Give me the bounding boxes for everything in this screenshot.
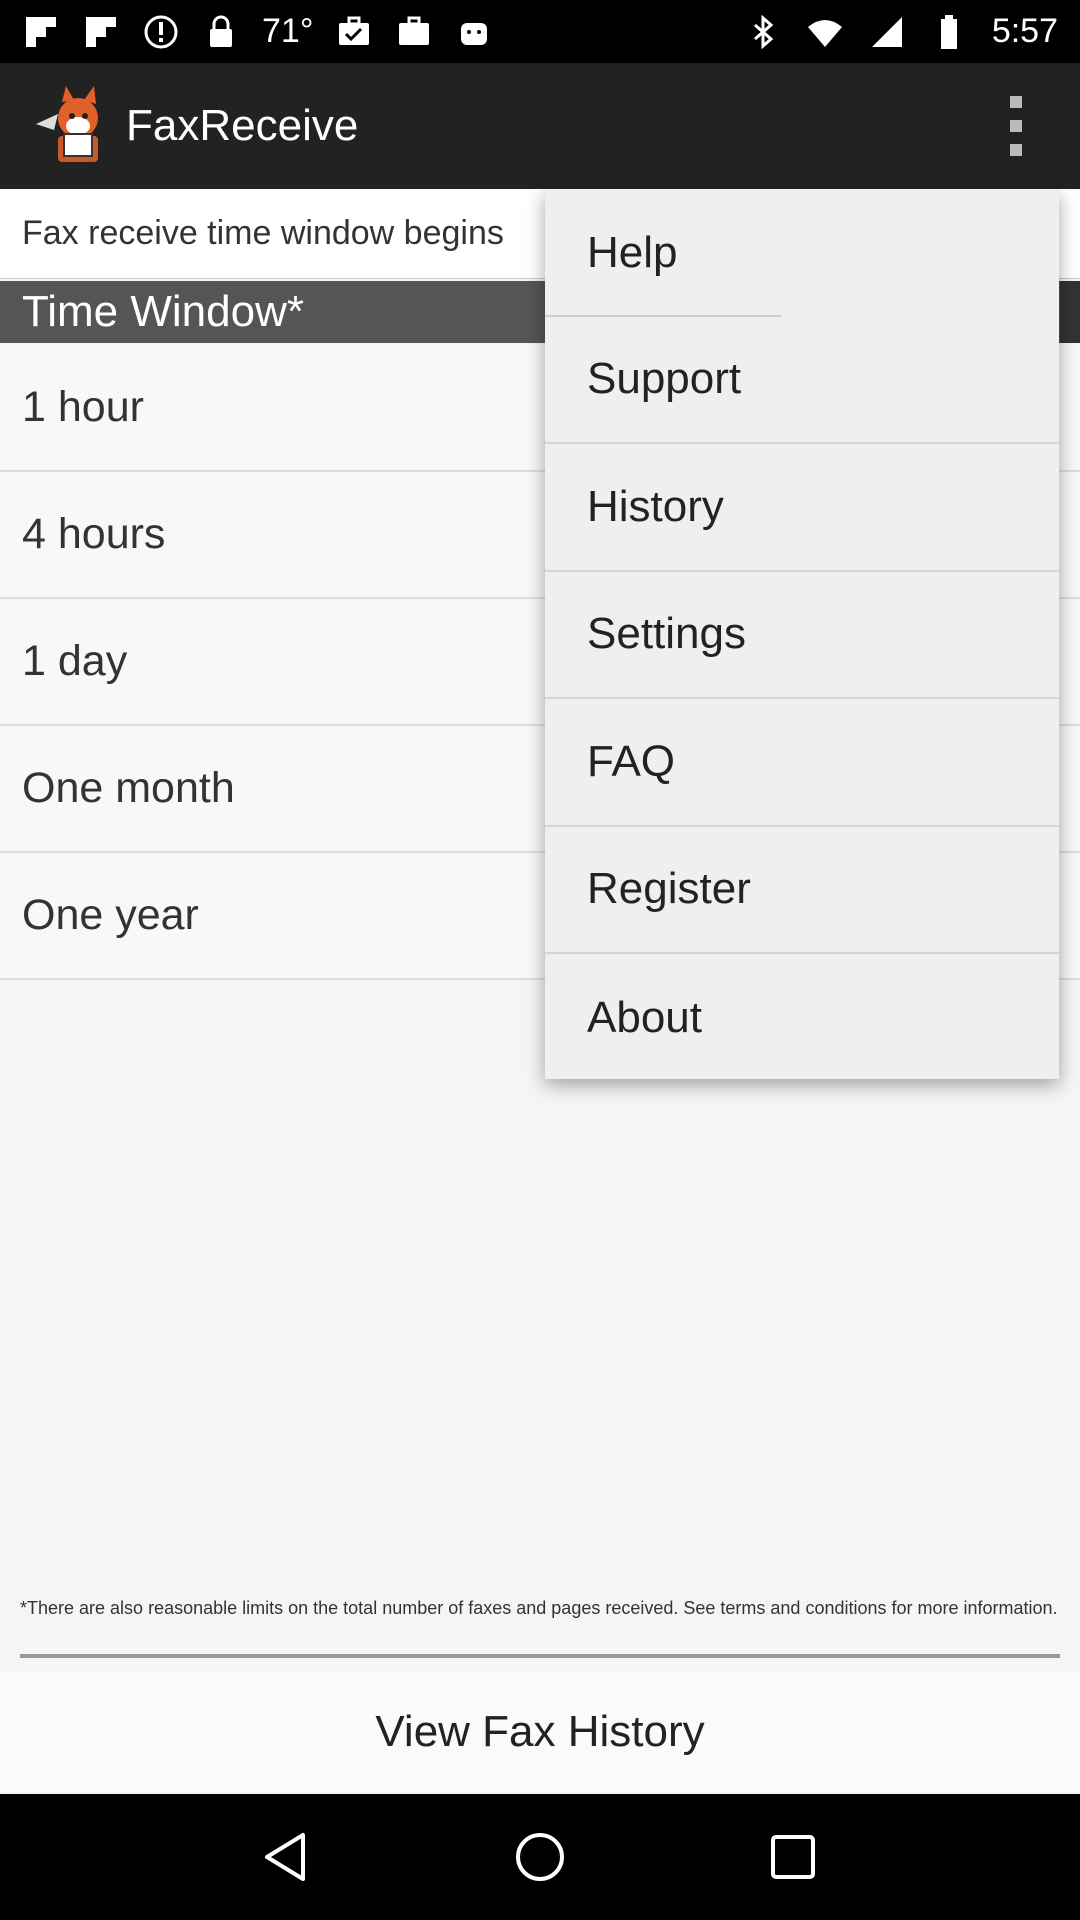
lock-icon: [210, 15, 232, 47]
bluetooth-icon: [753, 14, 774, 49]
wifi-icon: [807, 19, 842, 47]
menu-item-settings[interactable]: Settings: [545, 572, 1059, 699]
overflow-menu: Help Support History Settings FAQ Regist…: [545, 189, 1059, 1079]
menu-item-history[interactable]: History: [545, 444, 1059, 572]
menu-item-about[interactable]: About: [545, 954, 1059, 1082]
section-header-label: Time Window*: [22, 287, 304, 336]
header-edge: [1060, 281, 1080, 343]
back-button[interactable]: [257, 1827, 317, 1887]
app-bar: FaxReceive: [0, 63, 1080, 189]
menu-item-support[interactable]: Support: [545, 317, 1059, 444]
limits-footnote: *There are also reasonable limits on the…: [20, 1598, 1058, 1618]
view-fax-history-button[interactable]: View Fax History: [0, 1672, 1080, 1792]
flipboard-icon: [26, 16, 56, 47]
menu-item-register[interactable]: Register: [545, 827, 1059, 954]
flipboard-icon: [86, 16, 116, 47]
recents-icon: [771, 1835, 816, 1879]
signal-icon: [871, 16, 902, 47]
home-icon: [515, 1833, 564, 1881]
alert-icon: [144, 15, 178, 48]
briefcase-icon: [399, 16, 430, 45]
android-icon: [461, 22, 488, 45]
home-button[interactable]: [510, 1827, 570, 1887]
briefcase-check-icon: [339, 16, 370, 45]
app-title: FaxReceive: [126, 101, 359, 150]
temperature-text: 71°: [262, 12, 314, 50]
back-icon: [264, 1833, 305, 1881]
battery-icon: [940, 14, 957, 49]
fox-logo-icon: [36, 86, 98, 162]
menu-item-help[interactable]: Help: [545, 189, 1059, 317]
recents-button[interactable]: [763, 1827, 823, 1887]
navigation-bar: [0, 1794, 1080, 1920]
overflow-menu-icon[interactable]: [1000, 96, 1032, 156]
clock-text: 5:57: [991, 12, 1058, 50]
status-bar: 71° 5:57: [0, 0, 1080, 63]
menu-item-faq[interactable]: FAQ: [545, 699, 1059, 827]
divider: [20, 1654, 1060, 1658]
